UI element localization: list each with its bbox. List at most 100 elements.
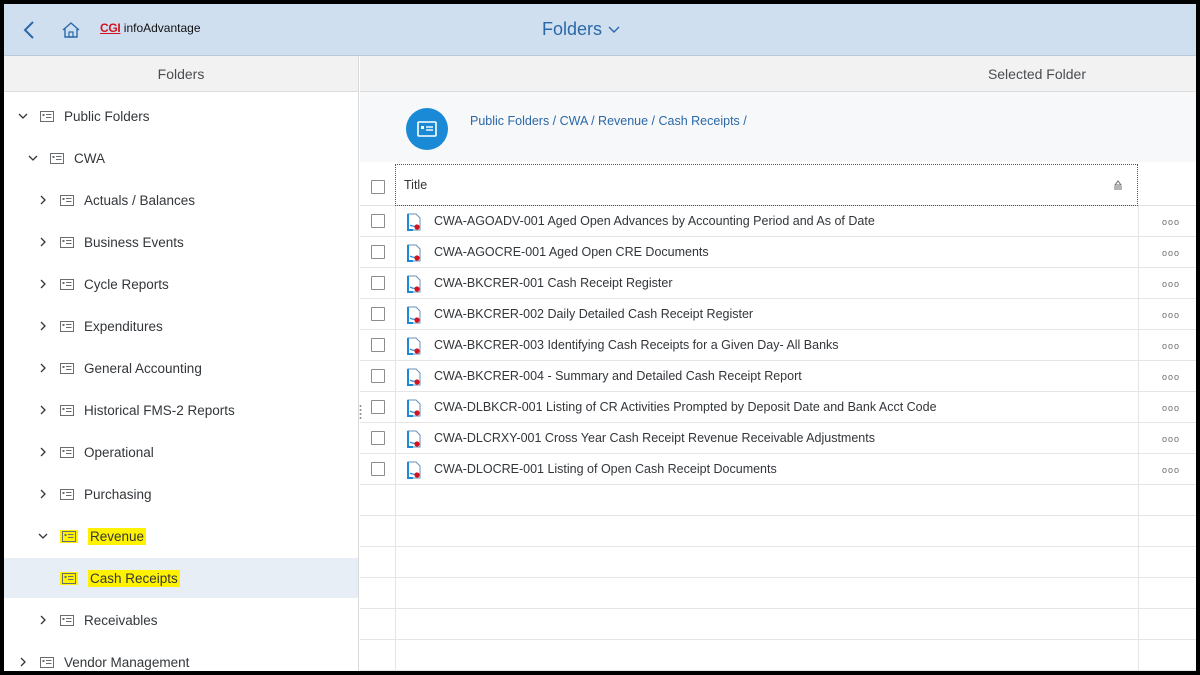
folder-icon-wrap (60, 571, 78, 585)
row-checkbox[interactable] (371, 214, 385, 228)
webi-document-icon (407, 244, 421, 262)
row-checkbox[interactable] (371, 431, 385, 445)
tree-item-label: Vendor Management (64, 654, 190, 670)
table-row[interactable]: CWA-BKCRER-003 Identifying Cash Receipts… (360, 330, 1196, 361)
report-title-link[interactable]: CWA-DLOCRE-001 Listing of Open Cash Rece… (434, 462, 777, 476)
chevron-down-icon[interactable] (36, 531, 50, 541)
table-row[interactable]: CWA-BKCRER-004 - Summary and Detailed Ca… (360, 361, 1196, 392)
table-row[interactable]: CWA-AGOCRE-001 Aged Open CRE Documents oo… (360, 237, 1196, 268)
tree-item[interactable]: Purchasing (36, 474, 152, 514)
chevron-right-icon[interactable] (36, 195, 50, 205)
webi-document-icon (407, 337, 421, 355)
tree-item[interactable]: Vendor Management (16, 642, 189, 671)
tree-item-label: General Accounting (84, 360, 202, 376)
tree-item[interactable]: Actuals / Balances (36, 180, 195, 220)
empty-table-row (360, 516, 1196, 547)
table-row[interactable]: CWA-DLBKCR-001 Listing of CR Activities … (360, 392, 1196, 423)
webi-document-icon (407, 399, 421, 417)
more-actions-button[interactable]: ooo (1162, 341, 1180, 351)
folder-icon (417, 121, 437, 137)
folder-icon-wrap (60, 194, 74, 206)
chevron-right-icon[interactable] (36, 615, 50, 625)
sort-icon[interactable] (1113, 180, 1123, 190)
tree-item[interactable]: General Accounting (36, 348, 202, 388)
tree-item[interactable]: Cycle Reports (36, 264, 169, 304)
title-column-header[interactable]: Title (395, 164, 1138, 206)
more-actions-button[interactable]: ooo (1162, 279, 1180, 289)
folder-avatar (406, 108, 448, 150)
folder-icon (60, 614, 74, 626)
breadcrumb[interactable]: Public Folders / CWA / Revenue / Cash Re… (470, 114, 747, 128)
chevron-right-icon[interactable] (16, 657, 30, 667)
table-row[interactable]: CWA-BKCRER-002 Daily Detailed Cash Recei… (360, 299, 1196, 330)
chevron-right-icon[interactable] (36, 279, 50, 289)
table-row[interactable]: CWA-DLCRXY-001 Cross Year Cash Receipt R… (360, 423, 1196, 454)
report-title-link[interactable]: CWA-BKCRER-003 Identifying Cash Receipts… (434, 338, 839, 352)
tree-item[interactable]: Cash Receipts (4, 558, 358, 598)
tree-item[interactable]: Public Folders (16, 96, 150, 136)
report-title-link[interactable]: CWA-AGOCRE-001 Aged Open CRE Documents (434, 245, 709, 259)
tree-item[interactable]: Business Events (36, 222, 184, 262)
folders-pane-header: Folders (4, 56, 358, 92)
pane-resize-handle[interactable] (359, 404, 362, 422)
chevron-right-icon[interactable] (36, 237, 50, 247)
folder-icon (60, 320, 74, 332)
tree-item[interactable]: Revenue (36, 516, 147, 556)
table-row[interactable]: CWA-BKCRER-001 Cash Receipt Register ooo (360, 268, 1196, 299)
more-actions-button[interactable]: ooo (1162, 310, 1180, 320)
row-checkbox[interactable] (371, 338, 385, 352)
chevron-down-icon[interactable] (26, 153, 40, 163)
row-checkbox[interactable] (371, 400, 385, 414)
folder-icon (60, 362, 74, 374)
tree-item[interactable]: Receivables (36, 600, 158, 640)
table-row[interactable]: CWA-AGOADV-001 Aged Open Advances by Acc… (360, 206, 1196, 237)
more-actions-button[interactable]: ooo (1162, 403, 1180, 413)
selected-folder-pane: Selected Folder Public Folders / CWA / R… (360, 56, 1196, 671)
folders-title-menu[interactable]: Folders (542, 19, 620, 40)
folder-icon-wrap (60, 362, 74, 374)
row-checkbox[interactable] (371, 276, 385, 290)
report-title-link[interactable]: CWA-BKCRER-001 Cash Receipt Register (434, 276, 673, 290)
brand-logo[interactable]: CGI infoAdvantage (100, 21, 201, 35)
chevron-left-icon (23, 21, 34, 39)
row-checkbox[interactable] (371, 245, 385, 259)
report-title-link[interactable]: CWA-AGOADV-001 Aged Open Advances by Acc… (434, 214, 875, 228)
webi-document-icon (407, 275, 421, 293)
tree-item[interactable]: CWA (26, 138, 105, 178)
folders-pane-title: Folders (157, 65, 205, 82)
back-button[interactable] (18, 18, 40, 42)
more-actions-button[interactable]: ooo (1162, 372, 1180, 382)
report-title-link[interactable]: CWA-BKCRER-004 - Summary and Detailed Ca… (434, 369, 802, 383)
report-title-link[interactable]: CWA-DLCRXY-001 Cross Year Cash Receipt R… (434, 431, 875, 445)
table-header: Title (360, 164, 1196, 206)
select-all-checkbox[interactable] (371, 180, 385, 194)
tree-item[interactable]: Expenditures (36, 306, 163, 346)
chevron-right-icon[interactable] (36, 489, 50, 499)
more-actions-button[interactable]: ooo (1162, 217, 1180, 227)
tree-item[interactable]: Operational (36, 432, 154, 472)
report-title-link[interactable]: CWA-DLBKCR-001 Listing of CR Activities … (434, 400, 937, 414)
chevron-down-icon[interactable] (16, 111, 30, 121)
tree-item[interactable]: Historical FMS-2 Reports (36, 390, 235, 430)
more-actions-button[interactable]: ooo (1162, 434, 1180, 444)
more-actions-button[interactable]: ooo (1162, 465, 1180, 475)
home-button[interactable] (60, 18, 82, 42)
folder-icon (60, 236, 74, 248)
row-checkbox[interactable] (371, 462, 385, 476)
folder-icon (60, 446, 74, 458)
table-row[interactable]: CWA-DLOCRE-001 Listing of Open Cash Rece… (360, 454, 1196, 485)
title-column-label: Title (404, 178, 428, 192)
folder-icon (60, 404, 74, 416)
tree-item-label: Revenue (88, 527, 147, 545)
more-actions-button[interactable]: ooo (1162, 248, 1180, 258)
row-checkbox[interactable] (371, 369, 385, 383)
folder-icon-wrap (40, 656, 54, 668)
chevron-right-icon[interactable] (36, 321, 50, 331)
report-title-link[interactable]: CWA-BKCRER-002 Daily Detailed Cash Recei… (434, 307, 753, 321)
chevron-right-icon[interactable] (36, 363, 50, 373)
chevron-right-icon[interactable] (36, 447, 50, 457)
chevron-right-icon[interactable] (36, 405, 50, 415)
row-checkbox[interactable] (371, 307, 385, 321)
reports-table: Title CWA-AGOADV-001 Aged Open Advances … (360, 162, 1196, 671)
folder-icon-wrap (60, 529, 78, 543)
